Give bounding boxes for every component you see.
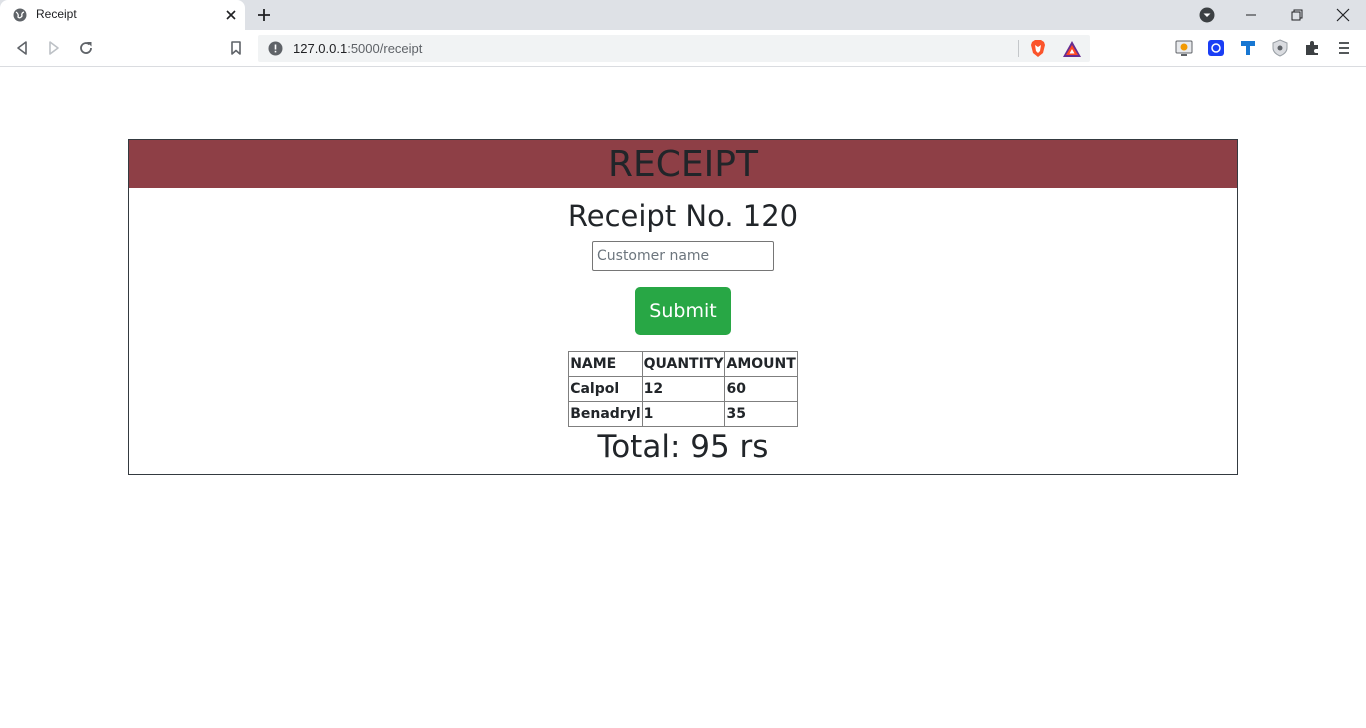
url-host: 127.0.0.1 xyxy=(293,41,348,56)
item-amount: 60 xyxy=(724,376,798,402)
restore-icon[interactable] xyxy=(1289,7,1305,23)
tab-title: Receipt xyxy=(36,7,77,21)
minimize-icon[interactable] xyxy=(1243,7,1259,23)
item-quantity: 1 xyxy=(641,401,726,427)
table-row: Calpol 12 60 xyxy=(568,376,798,402)
submit-row: Submit xyxy=(129,287,1237,335)
tab-search-icon[interactable] xyxy=(1199,7,1215,23)
back-icon[interactable] xyxy=(13,39,31,57)
url-text: 127.0.0.1:5000/receipt xyxy=(293,41,422,56)
table-row: Benadryl 1 35 xyxy=(568,401,798,427)
close-icon[interactable] xyxy=(223,7,239,23)
table-header-row: NAME QUANTITY AMOUNT xyxy=(568,351,798,377)
extension-icon[interactable] xyxy=(1239,39,1257,57)
shield-icon[interactable] xyxy=(1271,39,1289,57)
brave-shields-icon[interactable] xyxy=(1029,39,1047,58)
bookmark-icon[interactable] xyxy=(227,39,245,57)
receipt-header: RECEIPT xyxy=(129,140,1237,188)
item-name: Benadryl xyxy=(568,401,643,427)
plus-icon[interactable] xyxy=(255,6,273,24)
address-bar[interactable]: 127.0.0.1:5000/receipt xyxy=(258,35,1090,62)
window-close-icon[interactable] xyxy=(1335,7,1351,23)
item-quantity: 12 xyxy=(641,376,726,402)
browser-toolbar: 127.0.0.1:5000/receipt xyxy=(0,30,1366,67)
url-path: :5000/receipt xyxy=(347,41,423,56)
receipt-card: RECEIPT Receipt No. 120 Submit NAME QUAN… xyxy=(128,139,1238,475)
customer-name-row xyxy=(129,241,1237,271)
brave-rewards-icon[interactable] xyxy=(1062,40,1082,58)
tab-strip: Receipt xyxy=(0,0,1366,30)
extension-icon[interactable] xyxy=(1207,39,1225,57)
tab-receipt[interactable]: Receipt xyxy=(0,0,245,30)
extension-icon[interactable] xyxy=(1175,39,1193,57)
items-table: NAME QUANTITY AMOUNT Calpol 12 60 Benadr… xyxy=(568,351,798,427)
globe-icon xyxy=(13,8,27,22)
omnibox-divider xyxy=(1018,40,1019,57)
puzzle-icon[interactable] xyxy=(1303,39,1321,57)
column-header-amount: AMOUNT xyxy=(724,351,798,377)
info-icon[interactable] xyxy=(268,41,283,56)
item-amount: 35 xyxy=(724,401,798,427)
column-header-quantity: QUANTITY xyxy=(641,351,726,377)
total-amount: Total: 95 rs xyxy=(597,429,769,465)
submit-button[interactable]: Submit xyxy=(635,287,731,335)
menu-icon[interactable] xyxy=(1335,39,1353,57)
reload-icon[interactable] xyxy=(77,39,95,57)
item-name: Calpol xyxy=(568,376,643,402)
column-header-name: NAME xyxy=(568,351,643,377)
forward-icon[interactable] xyxy=(45,39,63,57)
customer-name-input[interactable] xyxy=(592,241,774,271)
receipt-heading: RECEIPT xyxy=(608,144,758,185)
receipt-number: Receipt No. 120 xyxy=(567,199,799,233)
